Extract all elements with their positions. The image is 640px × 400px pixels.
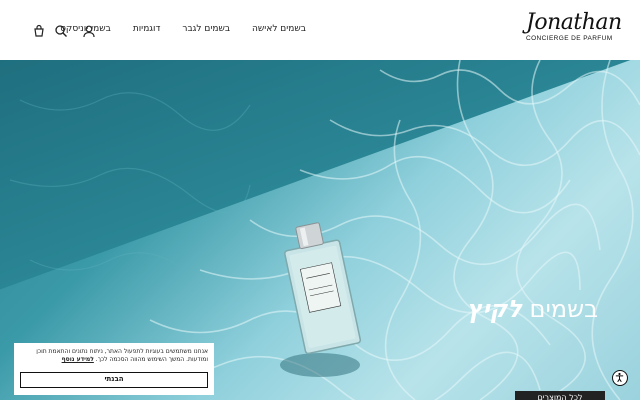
logo-script: Jonathan [526, 10, 622, 35]
logo-subtitle: CONCIERGE DE PARFUM [526, 35, 613, 42]
hero-title-light: בשמים [529, 295, 598, 323]
accessibility-button[interactable] [612, 370, 628, 386]
cart-icon[interactable] [32, 24, 46, 38]
hero-title: בשמים לקיץ [467, 295, 598, 323]
site-header: בשמים לאישה בשמים לגבר דוגמיות בשמי יוני… [0, 0, 640, 60]
nav-item-unisex-perfumes[interactable]: בשמי יוניסקס [60, 24, 111, 34]
nav-item-samples[interactable]: דוגמיות [133, 24, 161, 34]
cookie-banner: אנחנו משתמשים בעוגיות לתפעול האתר, ניתוח… [14, 343, 214, 395]
main-nav: בשמים לאישה בשמים לגבר דוגמיות בשמי יוני… [60, 24, 306, 34]
shop-all-button[interactable]: לכל המוצרים [515, 391, 605, 400]
nav-item-women-perfumes[interactable]: בשמים לאישה [252, 24, 306, 34]
cookie-text: אנחנו משתמשים בעוגיות לתפעול האתר, ניתוח… [18, 348, 208, 364]
nav-item-men-perfumes[interactable]: בשמים לגבר [182, 24, 230, 34]
cookie-more-info-link[interactable]: למידע נוסף [62, 356, 94, 363]
accessibility-icon [615, 372, 624, 383]
hero-title-bold: לקיץ [466, 295, 522, 323]
perfume-bottle [280, 222, 362, 377]
site-logo[interactable]: Jonathan CONCIERGE DE PARFUM [526, 10, 622, 43]
cookie-accept-button[interactable]: הבנתי [20, 372, 208, 388]
